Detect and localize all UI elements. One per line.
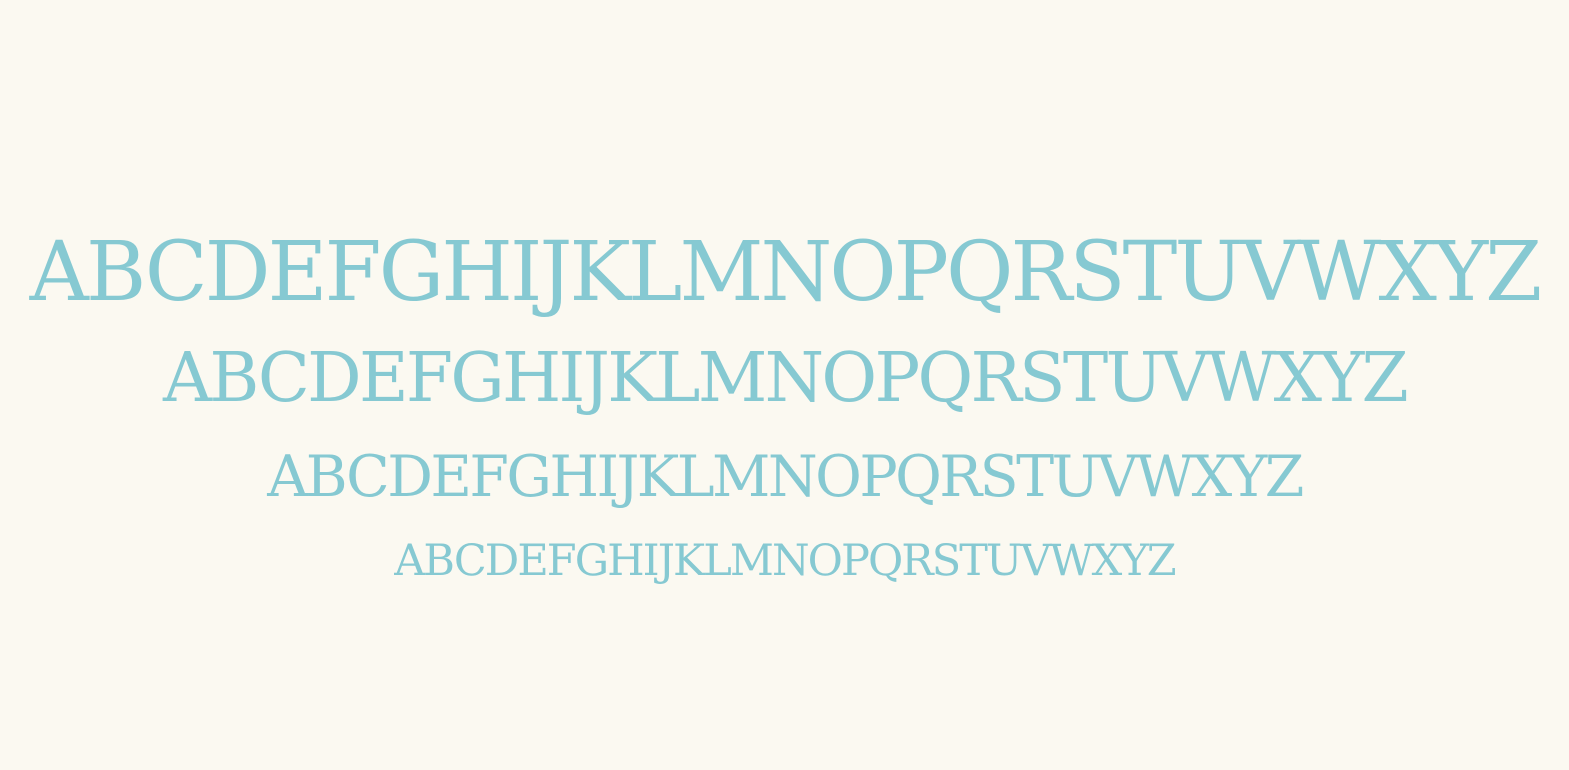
alphabet-specimen: ABCDEFGHIJKLMNOPQRSTUVWXYZ ABCDEFGHIJKLM… — [0, 0, 1569, 770]
alphabet-line-medium: ABCDEFGHIJKLMNOPQRSTUVWXYZ — [267, 444, 1304, 510]
alphabet-line-small: ABCDEFGHIJKLMNOPQRSTUVWXYZ — [394, 536, 1176, 586]
alphabet-line-medium-large: ABCDEFGHIJKLMNOPQRSTUVWXYZ — [162, 339, 1409, 418]
alphabet-line-large: ABCDEFGHIJKLMNOPQRSTUVWXYZ — [29, 225, 1543, 320]
